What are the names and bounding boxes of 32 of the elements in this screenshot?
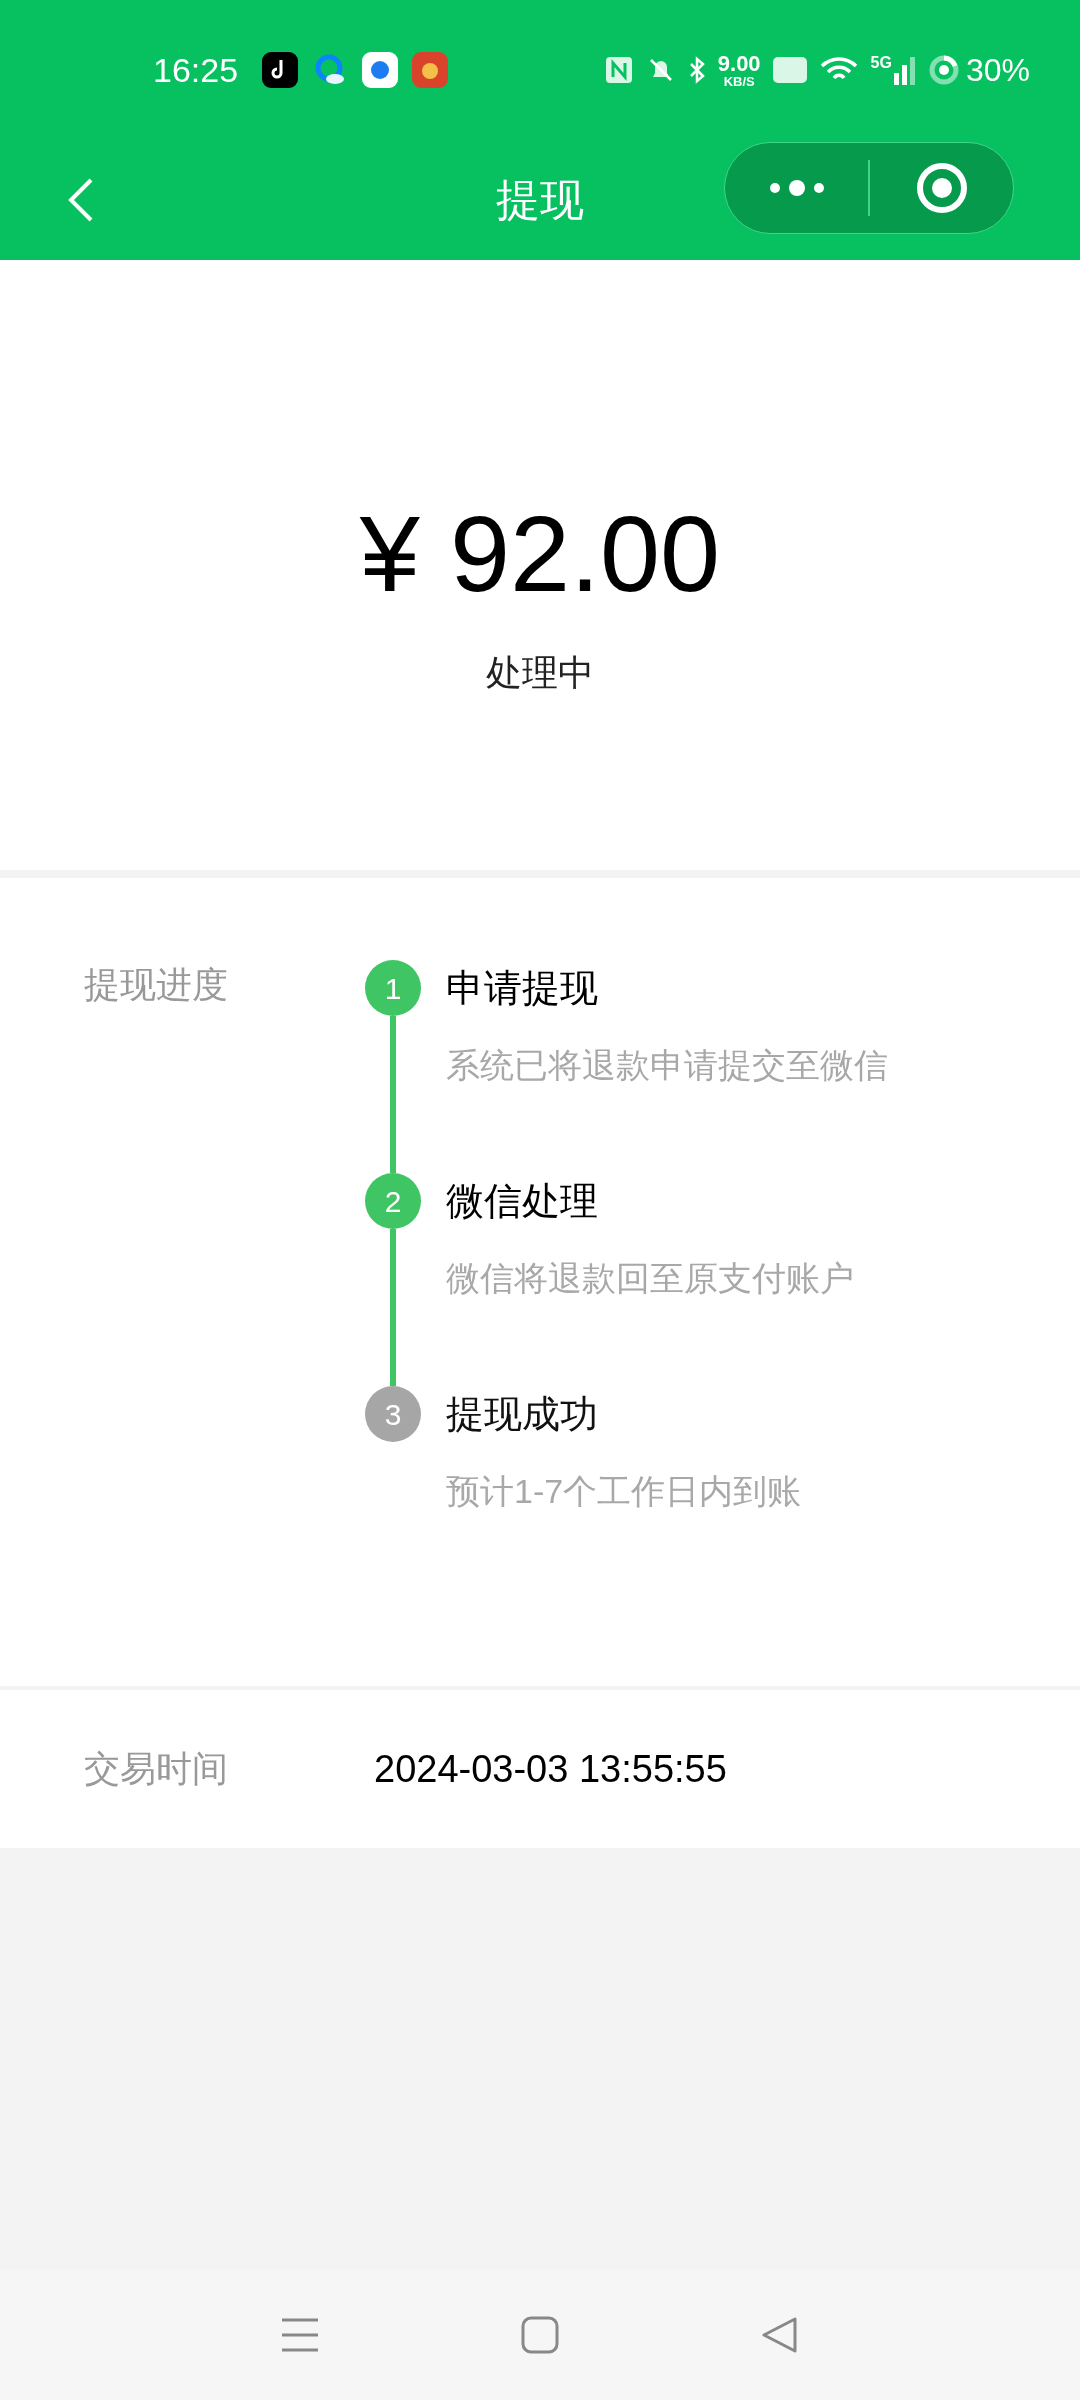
medal-app-icon (412, 52, 449, 88)
target-circle-icon (914, 161, 969, 215)
battery-percent: 30% (965, 51, 1030, 90)
back-chevron-icon (68, 177, 94, 223)
menu-icon[interactable] (281, 2317, 319, 2353)
step-title: 提现成功 (446, 1392, 599, 1437)
battery-icon (927, 54, 960, 86)
page-title: 提现 (496, 174, 584, 226)
signal-icon (893, 55, 916, 85)
transaction-time-value: 2024-03-03 13:55:55 (374, 1746, 727, 1792)
transaction-time-label: 交易时间 (84, 1747, 229, 1791)
amount-value: ¥ 92.00 (359, 500, 721, 608)
nfc-icon (603, 55, 634, 85)
network-type: 5G (870, 55, 892, 71)
bluetooth-icon (687, 55, 706, 85)
step-number: 1 (365, 960, 421, 1016)
progress-label: 提现进度 (84, 963, 229, 1007)
step-number: 3 (365, 1386, 421, 1442)
amount-status: 处理中 (486, 651, 594, 695)
planet-app-icon (362, 52, 399, 88)
back-triangle-icon[interactable] (761, 2316, 799, 2354)
step-description: 系统已将退款申请提交至微信 (446, 1045, 888, 1086)
step-description: 预计1-7个工作日内到账 (446, 1471, 802, 1512)
network-speed: 9.00 KB/S (717, 52, 761, 88)
step-number: 2 (365, 1173, 421, 1229)
home-square-icon[interactable] (521, 2316, 559, 2354)
note-app-icon (262, 52, 299, 88)
clock-time: 16:25 (153, 49, 239, 91)
step-title: 微信处理 (446, 1179, 599, 1224)
step-title: 申请提现 (446, 966, 599, 1011)
hd-icon (772, 57, 807, 83)
step-description: 微信将退款回至原支付账户 (446, 1258, 854, 1299)
